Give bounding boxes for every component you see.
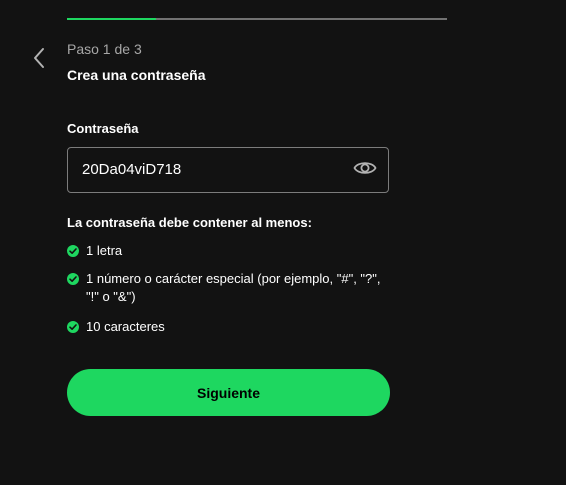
password-field[interactable] bbox=[67, 147, 389, 193]
step-title: Crea una contraseña bbox=[67, 67, 206, 83]
requirements-title: La contraseña debe contener al menos: bbox=[67, 215, 312, 230]
requirement-text: 10 caracteres bbox=[86, 319, 165, 334]
check-circle-icon bbox=[67, 320, 79, 333]
requirement-text: 1 número o carácter especial (por ejempl… bbox=[86, 271, 381, 304]
back-button[interactable] bbox=[24, 45, 54, 75]
requirement-item: 1 letra bbox=[67, 242, 387, 260]
progress-bar-fill bbox=[67, 18, 156, 20]
progress-bar bbox=[67, 18, 447, 20]
step-indicator: Paso 1 de 3 bbox=[67, 41, 142, 57]
chevron-left-icon bbox=[32, 47, 46, 74]
requirement-item: 1 número o carácter especial (por ejempl… bbox=[67, 270, 385, 306]
signup-password-step: Paso 1 de 3 Crea una contraseña Contrase… bbox=[0, 0, 566, 485]
toggle-password-visibility-button[interactable] bbox=[352, 158, 378, 182]
check-circle-icon bbox=[67, 244, 79, 257]
password-label: Contraseña bbox=[67, 121, 139, 136]
requirement-item: 10 caracteres bbox=[67, 318, 387, 336]
eye-icon bbox=[353, 159, 377, 182]
password-input[interactable] bbox=[82, 148, 342, 192]
requirement-text: 1 letra bbox=[86, 243, 123, 258]
check-circle-icon bbox=[67, 272, 79, 285]
next-button[interactable]: Siguiente bbox=[67, 369, 390, 416]
